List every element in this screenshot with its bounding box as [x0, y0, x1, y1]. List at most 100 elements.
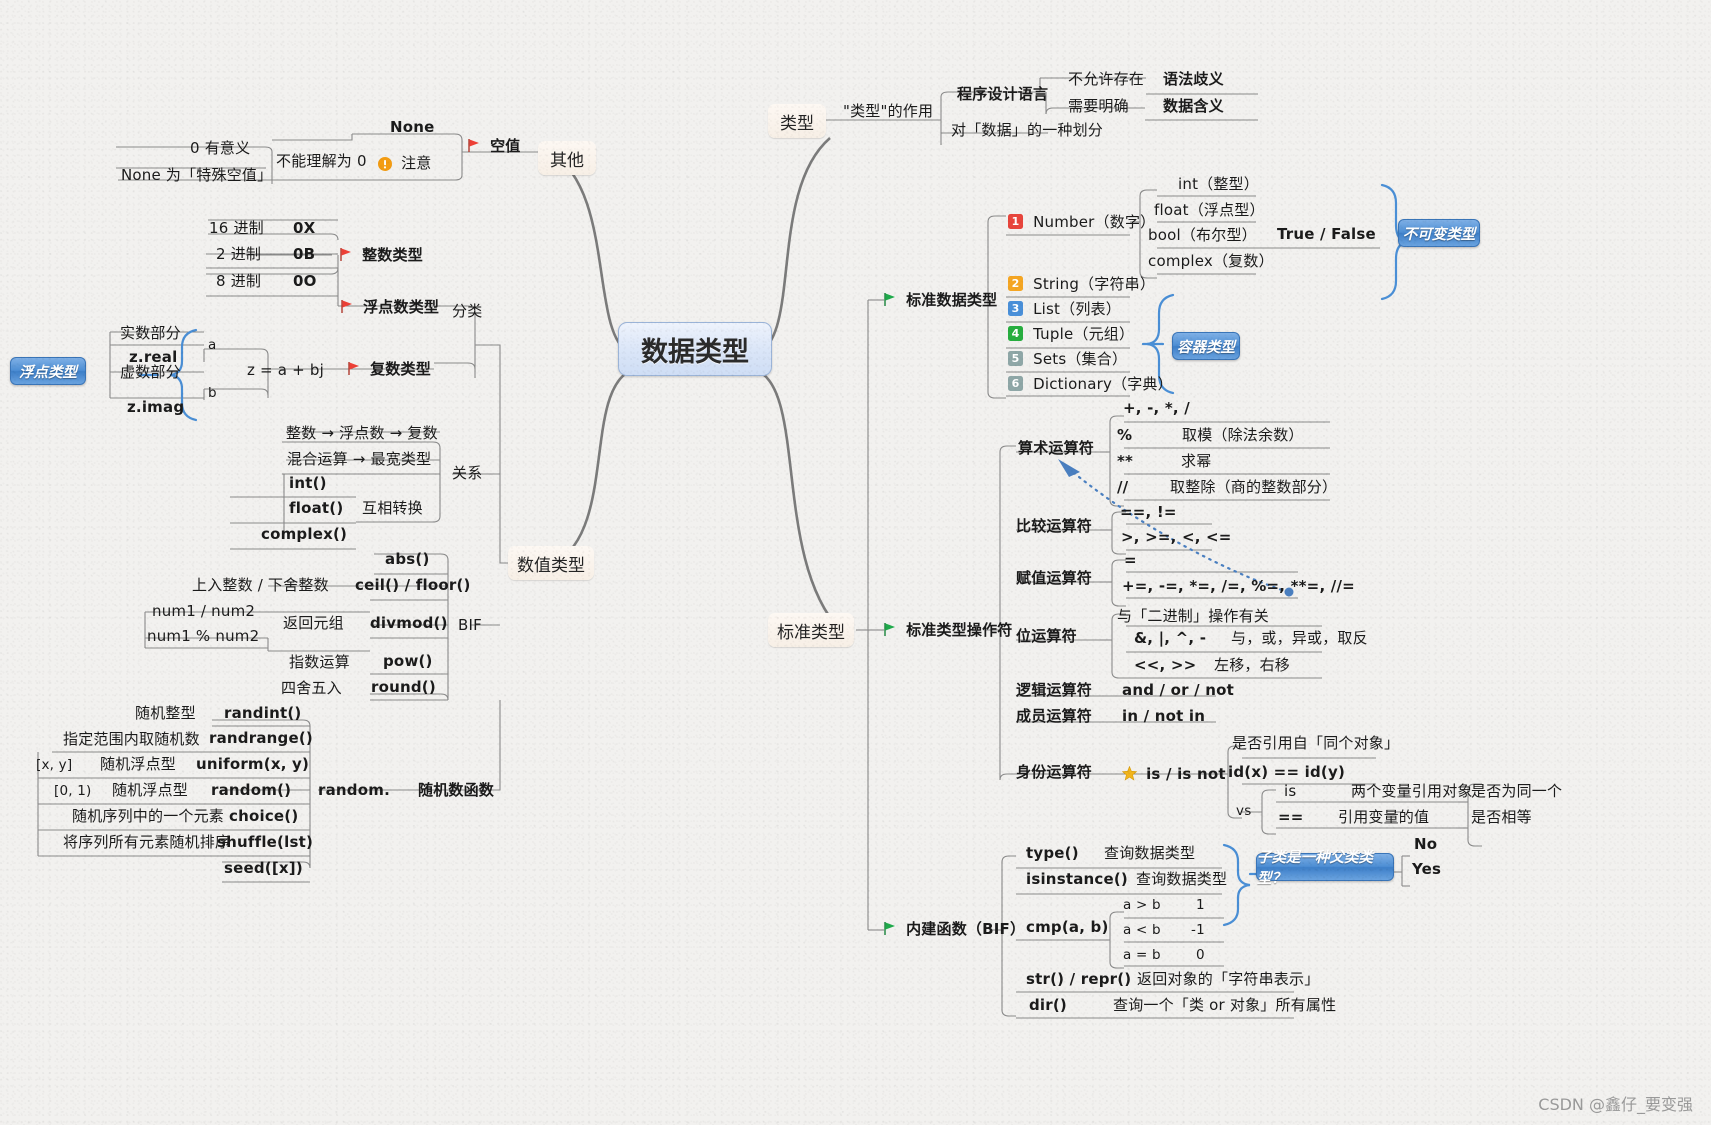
std-bif-type-fn: type() [1026, 846, 1079, 862]
random-title-label: 随机数函数 [418, 783, 494, 799]
op-bitwise-row-1-desc: 左移，右移 [1214, 658, 1290, 674]
flag-green-icon [884, 293, 896, 309]
std-bif-str-repr-desc: 返回对象的「字符串表示」 [1137, 972, 1319, 988]
pill-immutable-type[interactable]: 不可变类型 [1398, 219, 1480, 247]
op-member-row-0-op: in / not in [1122, 709, 1205, 725]
note-badge: 注意 [378, 154, 432, 172]
type-lang-sub-0-value: 语法歧义 [1163, 72, 1224, 88]
watermark: CSDN @鑫仔_要变强 [1538, 1091, 1693, 1115]
bif-abs: abs() [385, 552, 430, 568]
branch-node-other[interactable]: 其他 [538, 141, 596, 175]
relation-func-float: float() [289, 501, 343, 517]
number-sub-float: float（浮点型） [1154, 203, 1265, 219]
branch-node-numeric[interactable]: 数值类型 [508, 546, 594, 580]
type-child-language: 程序设计语言 [957, 87, 1048, 103]
std-type-item-tuple[interactable]: 4 Tuple（元组） [1008, 326, 1134, 343]
std-bif-isinstance-desc: 查询数据类型 [1136, 872, 1227, 888]
identity-is-desc: 两个变量引用对象 [1351, 784, 1473, 800]
flag-green-icon [884, 922, 896, 938]
std-type-item-sets[interactable]: 5 Sets（集合） [1008, 351, 1127, 368]
root-node[interactable]: 数据类型 [618, 322, 772, 376]
type-lang-sub-1-label: 需要明确 [1068, 99, 1129, 115]
branch-node-type[interactable]: 类型 [768, 104, 826, 138]
numeric-bif-label: BIF [458, 618, 482, 634]
random-row-2-range: [x, y] [36, 758, 72, 772]
op-arith-top: +, -, *, / [1123, 401, 1190, 417]
std-operators-flag: 标准类型操作符 [884, 622, 1013, 639]
cmp-row-2-cond: a = b [1123, 948, 1161, 962]
op-bitwise-row-0-op: &, |, ^, - [1134, 631, 1206, 647]
none-special-label: None 为「特殊空值」 [121, 168, 272, 184]
op-group-arith-name: 算术运算符 [1018, 441, 1094, 457]
exclamation-icon [378, 157, 392, 174]
op-identity-row-0: is / is not [1122, 764, 1226, 783]
std-type-item-list[interactable]: 3 List（列表） [1008, 301, 1121, 318]
none-label: None [390, 120, 435, 136]
radix-8-value: 0O [293, 274, 317, 290]
random-row-2-fn: uniform(x, y) [196, 757, 309, 773]
pill-container-type[interactable]: 容器类型 [1172, 332, 1240, 360]
type-lang-sub-0-label: 不允许存在 [1068, 72, 1144, 88]
random-row-3-fn: random() [211, 783, 291, 799]
random-row-1-desc: 指定范围内取随机数 [63, 732, 200, 748]
radix-16-label: 16 进制 [209, 221, 264, 237]
bif-round-desc: 四舍五入 [281, 681, 342, 697]
number-sub-bool-value: True / False [1277, 227, 1376, 243]
random-row-1-fn: randrange() [209, 731, 313, 747]
identity-same-object: 是否引用自「同个对象」 [1232, 736, 1399, 752]
identity-eq-desc: 引用变量的值 [1338, 810, 1429, 826]
op-group-bitwise-name: 位运算符 [1016, 629, 1077, 645]
std-data-types-flag: 标准数据类型 [884, 292, 997, 309]
badge-5-icon: 5 [1008, 351, 1023, 366]
bif-divmod-desc: 返回元组 [283, 616, 344, 632]
std-bif-isinstance-fn: isinstance() [1026, 872, 1128, 888]
number-sub-int: int（整型） [1178, 177, 1259, 193]
std-bif-label: 内建函数（BIF） [906, 920, 1025, 938]
std-type-item-number[interactable]: 1 Number（数字） [1008, 214, 1155, 231]
std-data-types-label: 标准数据类型 [906, 291, 997, 309]
pill-float-type[interactable]: 浮点类型 [10, 357, 86, 385]
std-type-label-sets: Sets（集合） [1033, 350, 1127, 368]
branch-node-standard[interactable]: 标准类型 [768, 613, 854, 647]
radix-2-label: 2 进制 [216, 247, 261, 263]
pill-subclass-question[interactable]: 子类是一种父类类型？ [1256, 853, 1394, 881]
integer-type-flag: 整数类型 [340, 247, 423, 264]
complex-imag-attr: z.imag [127, 400, 184, 416]
flag-green-icon [884, 623, 896, 639]
zero-meaning-label: 0 有意义 [190, 141, 250, 157]
bif-divmod-extra-0: num1 / num2 [152, 604, 255, 620]
op-group-member-name: 成员运算符 [1016, 709, 1092, 725]
op-group-assign-name: 赋值运算符 [1016, 571, 1092, 587]
identity-id-eq: id(x) == id(y) [1228, 765, 1345, 781]
badge-6-icon: 6 [1008, 376, 1023, 391]
op-arith-row-0-desc: 取模（除法余数） [1182, 428, 1304, 444]
bif-pow-fn: pow() [383, 654, 433, 670]
std-bif-flag: 内建函数（BIF） [884, 921, 1025, 938]
relation-widen: 整数 → 浮点数 → 复数 [286, 426, 438, 442]
radix-2-value: 0B [293, 247, 315, 263]
type-child-division: 对「数据」的一种划分 [951, 123, 1103, 139]
float-type-label: 浮点数类型 [363, 298, 439, 316]
complex-a-label: a [208, 338, 216, 352]
number-sub-complex: complex（复数） [1148, 254, 1274, 270]
identity-is-label: is [1284, 784, 1296, 800]
std-operators-label: 标准类型操作符 [906, 621, 1012, 639]
cannot-zero-label: 不能理解为 0 [276, 154, 367, 170]
std-type-item-string[interactable]: 2 String（字符串） [1008, 276, 1155, 293]
std-type-item-dictionary[interactable]: 6 Dictionary（字典） [1008, 376, 1173, 393]
op-arith-row-1-op: ** [1117, 454, 1133, 470]
op-identity-row-0-op: is / is not [1146, 765, 1226, 783]
identity-eq-label: == [1278, 810, 1304, 826]
op-compare-row-0-op: >, >=, <, <= [1121, 530, 1232, 546]
std-type-label-number: Number（数字） [1033, 213, 1155, 231]
cmp-row-0-val: 1 [1196, 898, 1205, 912]
op-group-logic-name: 逻辑运算符 [1016, 683, 1092, 699]
random-row-3-range: [0, 1) [54, 784, 92, 798]
bif-ceilfloor-fn: ceil() / floor() [355, 578, 471, 594]
std-bif-dir-desc: 查询一个「类 or 对象」所有属性 [1113, 998, 1336, 1014]
op-assign-top: = [1124, 553, 1137, 569]
badge-4-icon: 4 [1008, 326, 1023, 341]
cmp-row-1-val: -1 [1191, 923, 1205, 937]
std-type-label-tuple: Tuple（元组） [1033, 325, 1134, 343]
random-row-0-fn: randint() [224, 706, 301, 722]
